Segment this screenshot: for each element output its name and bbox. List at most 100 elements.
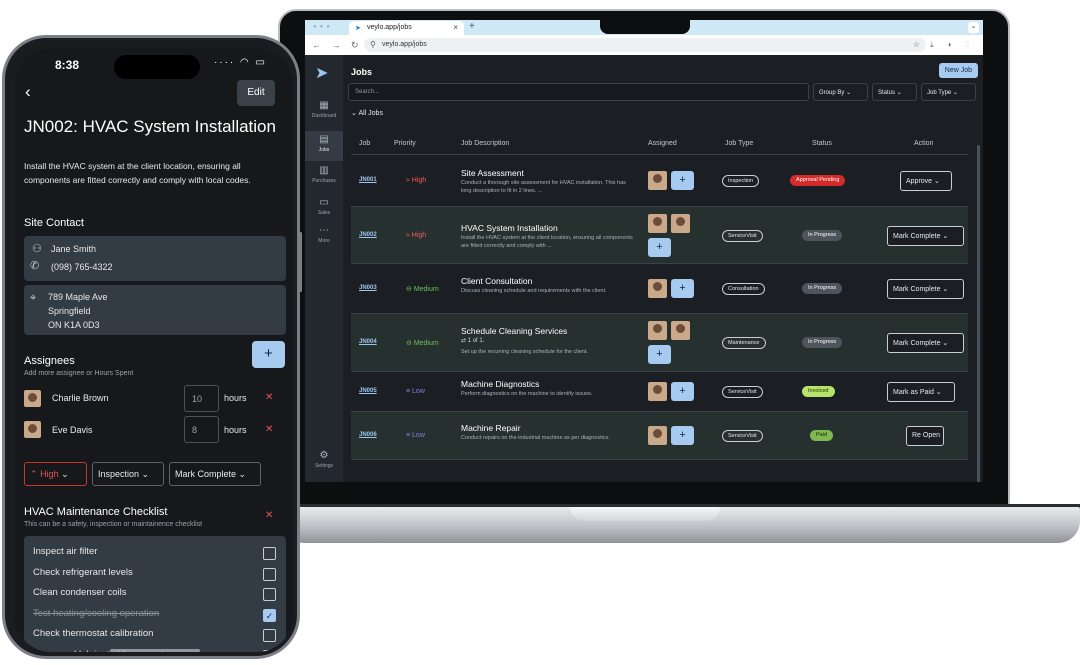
assignees-subtitle: Add more assignee or Hours Spent <box>24 370 134 377</box>
contact-phone[interactable]: (098) 765-4322 <box>51 262 113 272</box>
action-label: Approve <box>906 178 933 185</box>
job-title[interactable]: HVAC System Installation <box>461 223 558 233</box>
table-row[interactable]: JN002 ≈ High HVAC System Installation Insta… <box>351 207 968 264</box>
col-header[interactable]: Job <box>359 140 370 147</box>
status-badge: Invoiced <box>802 386 835 397</box>
sidebar-item-more[interactable]: ⋯ More <box>305 225 343 255</box>
job-id-link[interactable]: JN003 <box>359 285 377 291</box>
job-type-select[interactable]: Inspection ⌄ <box>92 462 164 486</box>
priority-select[interactable]: ⌃ High ⌄ <box>24 462 87 486</box>
search-input[interactable]: Search... <box>348 83 809 101</box>
sidebar-item-purchases[interactable]: ▥ Purchases <box>305 165 343 195</box>
job-title[interactable]: Schedule Cleaning Services <box>461 326 567 336</box>
hours-input[interactable]: 8 <box>184 416 219 443</box>
job-id-link[interactable]: JN002 <box>359 232 377 238</box>
remove-assignee-icon[interactable]: ✕ <box>265 424 273 435</box>
site-info-icon[interactable]: ⚲ <box>370 40 376 49</box>
action-select[interactable]: Mark Complete ⌄ <box>169 462 261 486</box>
new-job-button[interactable]: New Job <box>938 63 978 78</box>
job-title[interactable]: Site Assessment <box>461 168 524 178</box>
recurrence-info: ⇄ 1 of 1. <box>461 337 484 344</box>
remove-assignee-icon[interactable]: ✕ <box>265 392 273 403</box>
add-assignee-button[interactable]: + <box>252 341 285 368</box>
toolbar-icons[interactable]: ⤓ ◐ ⋮ <box>930 40 975 50</box>
delete-checklist-icon[interactable]: ✕ <box>265 510 273 521</box>
sidebar-item-dashboard[interactable]: ▦ Dashboard <box>305 100 343 130</box>
job-id-link[interactable]: JN006 <box>359 432 377 438</box>
add-assignee-button[interactable]: + <box>671 426 694 445</box>
job-description: Conduct repairs on the industrial machin… <box>461 435 610 441</box>
row-action-button[interactable]: Mark Complete ⌄ <box>887 225 964 246</box>
table-row[interactable]: JN001 ≈ High Site Assessment Conduct a thor… <box>351 155 968 207</box>
table-row[interactable]: JN003 ⊖ Medium Client Consultation Discuss … <box>351 264 968 314</box>
row-action-button[interactable]: Mark Complete ⌄ <box>887 279 964 299</box>
status-badge: In Progress <box>802 283 843 294</box>
table-row[interactable]: JN005 ≡ Low Machine Diagnostics Perform dia… <box>351 372 968 412</box>
job-title[interactable]: Machine Diagnostics <box>461 379 539 389</box>
contact-card[interactable]: ⚇ Jane Smith ✆ (098) 765-4322 <box>24 236 286 281</box>
url-field[interactable]: ⚲ veylo.app/jobs ☆ <box>364 38 926 52</box>
col-header[interactable]: Job Type <box>725 140 753 147</box>
status-icons: ···· ◠ ▭ <box>213 57 267 68</box>
assignees-heading: Assignees <box>24 355 75 367</box>
bookmark-star-icon[interactable]: ☆ <box>913 40 920 49</box>
checklist-card: Inspect air filter Check refrigerant leve… <box>24 536 286 652</box>
nav-buttons[interactable]: ← → ↻ <box>312 40 363 51</box>
col-header[interactable]: Status <box>812 140 832 147</box>
job-id-link[interactable]: JN005 <box>359 388 377 394</box>
avatar <box>24 390 41 407</box>
action-label: Re Open <box>912 432 941 439</box>
col-header[interactable]: Job Description <box>461 140 509 147</box>
add-assignee-button[interactable]: + <box>671 279 694 298</box>
job-id-link[interactable]: JN004 <box>359 339 377 345</box>
job-id-link[interactable]: JN001 <box>359 177 377 183</box>
table-row[interactable]: JN004 ⊖ Medium Schedule Cleaning Services ⇄… <box>351 314 968 372</box>
paper-plane-logo-icon[interactable]: ➤ <box>315 63 328 83</box>
col-header[interactable]: Priority <box>394 140 416 147</box>
table-row[interactable]: JN006 ≡ Low Machine Repair Conduct repairs … <box>351 412 968 460</box>
job-title[interactable]: Client Consultation <box>461 276 532 286</box>
checklist-heading: HVAC Maintenance Checklist <box>24 506 168 518</box>
checklist-checkbox[interactable] <box>263 649 276 652</box>
add-assignee-button[interactable]: + <box>648 345 671 364</box>
group-by-dropdown[interactable]: Group By ⌄ <box>813 83 868 101</box>
status-dropdown[interactable]: Status ⌄ <box>872 83 917 101</box>
checklist-checkbox[interactable] <box>263 629 276 642</box>
phone-icon[interactable]: ✆ <box>30 259 39 272</box>
checklist-checkbox[interactable] <box>263 588 276 601</box>
vertical-scrollbar[interactable] <box>977 145 980 482</box>
checklist-checkbox[interactable] <box>263 567 276 581</box>
edit-button[interactable]: Edit <box>237 80 275 106</box>
add-assignee-button[interactable]: + <box>671 382 694 401</box>
row-action-button[interactable]: Mark as Paid ⌄ <box>887 382 955 402</box>
row-action-button[interactable]: Mark Complete ⌄ <box>887 333 964 353</box>
sidebar-item-jobs[interactable]: ▤ Jobs <box>305 131 343 161</box>
checklist-checkbox[interactable] <box>263 547 276 560</box>
group-toggle[interactable]: ⌄ All Jobs <box>351 109 383 117</box>
home-indicator <box>110 649 200 652</box>
col-header[interactable]: Action <box>914 140 933 147</box>
row-action-button[interactable]: Approve ⌄ <box>900 171 952 191</box>
row-action-button[interactable]: Re Open <box>906 426 944 446</box>
col-header[interactable]: Assigned <box>648 140 677 147</box>
priority-label: ⊖ Medium <box>406 285 439 293</box>
new-tab-icon[interactable]: + <box>469 21 475 32</box>
add-assignee-button[interactable]: + <box>671 171 694 190</box>
job-title[interactable]: Machine Repair <box>461 423 521 433</box>
tab-search-icon[interactable]: ⌄ <box>968 22 979 33</box>
avatar <box>648 213 667 233</box>
browser-tab[interactable]: ➤ veylo.app/jobs × <box>349 21 464 35</box>
add-assignee-button[interactable]: + <box>648 237 671 257</box>
phone-screen: 8:38 ···· ◠ ▭ ‹ Edit JN002: HVAC System … <box>15 48 293 652</box>
window-controls[interactable]: ●●● <box>313 24 333 30</box>
checklist-checkbox[interactable]: ✓ <box>263 608 276 622</box>
back-chevron-icon[interactable]: ‹ <box>25 82 31 102</box>
sidebar-item-sales[interactable]: ▭ Sales <box>305 197 343 227</box>
avatar <box>648 382 667 401</box>
tab-close-icon[interactable]: × <box>453 23 458 32</box>
hours-input[interactable]: 10 <box>184 385 219 412</box>
priority-label: ≈ High <box>406 232 426 239</box>
job-type-dropdown[interactable]: Job Type ⌄ <box>921 83 976 101</box>
address-card[interactable]: ⌖ 789 Maple Ave Springfield ON K1A 0D3 <box>24 285 286 335</box>
sidebar-item-settings[interactable]: ⚙ Settings <box>305 450 343 480</box>
